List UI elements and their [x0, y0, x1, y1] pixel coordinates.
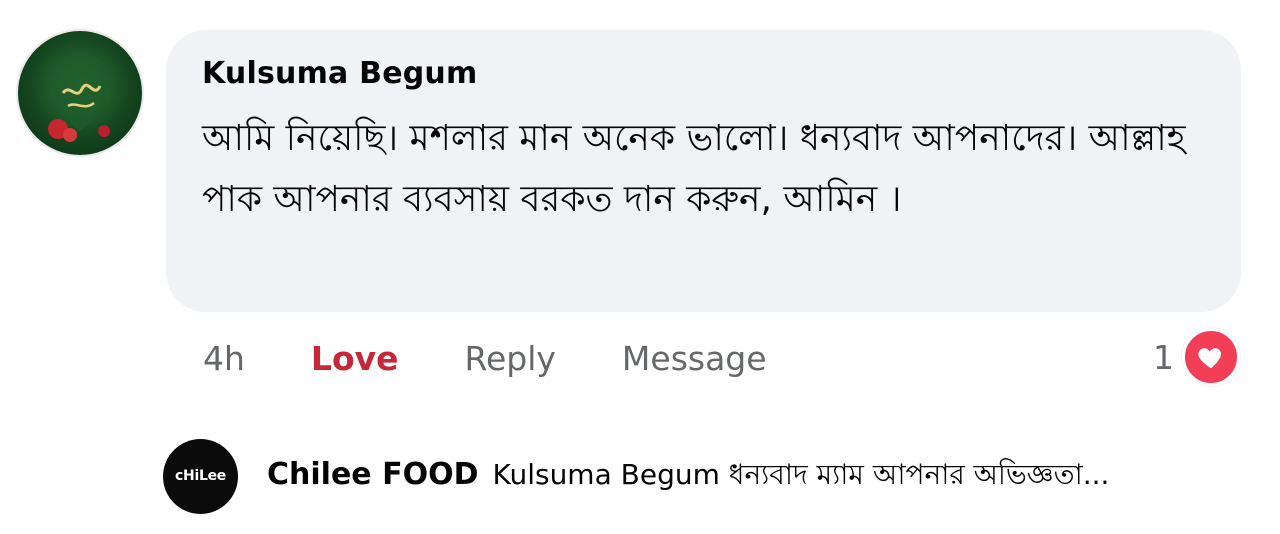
comment-text: আমি নিয়েছি। মশলার মান অনেক ভালো। ধন্যবা… [202, 118, 1186, 220]
reply-author-name[interactable]: Chilee FOOD [267, 457, 478, 492]
chilee-logo: cHiLee [175, 468, 226, 484]
comment-bubble: Kulsuma Begum আমি নিয়েছি। মশলার মান অনে… [166, 30, 1241, 312]
comment-actions-bar: 4h Love Reply Message [203, 334, 767, 382]
love-button[interactable]: Love [311, 339, 399, 378]
heart-icon [1182, 328, 1240, 386]
reply-author-avatar[interactable]: cHiLee [163, 438, 238, 514]
reply-preview[interactable]: cHiLee Chilee FOOD Kulsuma Begum ধন্যবাদ … [163, 438, 1243, 514]
reply-text-line: Chilee FOOD Kulsuma Begum ধন্যবাদ ম্যাম আ… [267, 453, 1109, 500]
reaction-count: 1 [1153, 337, 1174, 377]
comment-author-name[interactable]: Kulsuma Begum [202, 56, 477, 91]
commenter-avatar[interactable] [18, 31, 142, 155]
reaction-summary[interactable]: 1 [1153, 328, 1240, 386]
reply-button[interactable]: Reply [465, 339, 556, 378]
comment-timestamp[interactable]: 4h [203, 339, 245, 378]
calligraphy-profile-image [48, 52, 110, 142]
message-button[interactable]: Message [622, 339, 767, 378]
reply-body: Kulsuma Begum ধন্যবাদ ম্যাম আপনার অভিজ্ঞ… [492, 457, 1110, 491]
